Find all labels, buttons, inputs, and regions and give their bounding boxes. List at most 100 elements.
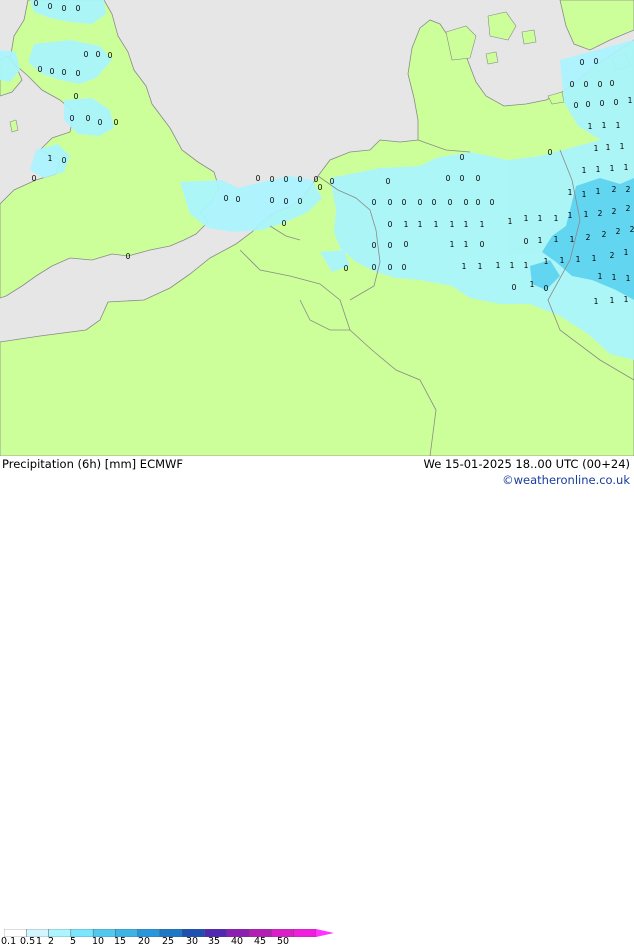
precip-value-label: 1 (626, 274, 631, 283)
precip-value-label: 1 (464, 240, 469, 249)
precip-value-label: 0 (318, 183, 323, 192)
precip-value-label: 1 (594, 297, 599, 306)
legend-tick-label: 45 (254, 936, 267, 947)
precip-value-label: 0 (298, 197, 303, 206)
legend-swatch (48, 929, 72, 937)
precip-value-label: 1 (624, 248, 629, 257)
precip-value-label: 1 (610, 296, 615, 305)
precip-value-label: 1 (570, 235, 575, 244)
precip-value-label: 0 (344, 264, 349, 273)
precip-value-label: 0 (126, 252, 131, 261)
precip-value-label: 2 (630, 225, 634, 234)
legend-swatch (271, 929, 294, 937)
precip-value-label: 1 (612, 273, 617, 282)
precip-value-label: 0 (62, 4, 67, 13)
precip-value-label: 0 (480, 240, 485, 249)
precip-value-label: 1 (538, 236, 543, 245)
precip-value-label: 1 (418, 220, 423, 229)
precip-value-label: 1 (594, 144, 599, 153)
precip-value-label: 0 (48, 2, 53, 11)
precip-value-label: 1 (464, 220, 469, 229)
legend-swatch (115, 929, 138, 937)
precip-value-label: 0 (594, 57, 599, 66)
precip-value-label: 0 (544, 284, 549, 293)
legend-swatch (92, 929, 116, 937)
legend-tick-label: 30 (186, 936, 199, 947)
legend-tick-label: 25 (162, 936, 175, 947)
precip-value-label: 0 (372, 241, 377, 250)
precip-value-label: 1 (560, 256, 565, 265)
precip-value-label: 0 (98, 118, 103, 127)
precip-value-label: 0 (402, 263, 407, 272)
legend-swatch (159, 929, 183, 937)
precip-value-label: 1 (480, 220, 485, 229)
legend-tick-label: 35 (208, 936, 221, 947)
precip-value-label: 0 (62, 156, 67, 165)
precip-value-label: 0 (284, 175, 289, 184)
legend-swatch (182, 929, 205, 937)
precip-value-label: 2 (598, 209, 603, 218)
precip-value-label: 1 (450, 220, 455, 229)
legend-swatch (248, 929, 272, 937)
legend-arrow (316, 929, 334, 937)
precip-value-label: 0 (270, 196, 275, 205)
precip-value-label: 1 (582, 190, 587, 199)
precip-value-label: 0 (84, 50, 89, 59)
precip-value-label: 1 (568, 211, 573, 220)
precip-value-label: 1 (530, 280, 535, 289)
precip-value-label: 0 (372, 198, 377, 207)
precip-value-label: 0 (298, 175, 303, 184)
precip-value-label: 0 (524, 237, 529, 246)
precip-value-label: 0 (614, 98, 619, 107)
precip-value-label: 1 (524, 261, 529, 270)
precip-value-label: 0 (236, 195, 241, 204)
precip-value-label: 0 (418, 198, 423, 207)
precip-value-label: 1 (628, 96, 633, 105)
precip-value-label: 0 (402, 198, 407, 207)
legend-tick-label: 1 (36, 936, 43, 947)
precip-value-label: 0 (476, 174, 481, 183)
precip-value-label: 2 (610, 251, 615, 260)
precip-value-label: 0 (574, 101, 579, 110)
precip-value-label: 1 (588, 122, 593, 131)
precip-value-label: 0 (610, 79, 615, 88)
danish-island (485, 51, 499, 65)
precip-value-label: 1 (616, 121, 621, 130)
precip-value-label: 0 (388, 198, 393, 207)
precip-value-label: 0 (114, 118, 119, 127)
precip-value-label: 1 (582, 166, 587, 175)
precip-value-label: 0 (512, 283, 517, 292)
precip-value-label: 1 (524, 214, 529, 223)
precip-value-label: 2 (612, 185, 617, 194)
precip-value-label: 2 (626, 204, 631, 213)
precip-value-label: 1 (610, 164, 615, 173)
precip-value-label: 0 (490, 198, 495, 207)
precip-value-label: 1 (48, 154, 53, 163)
credit-link[interactable]: ©weatheronline.co.uk (502, 474, 630, 487)
precip-value-label: 0 (372, 263, 377, 272)
precip-value-label: 0 (600, 99, 605, 108)
precip-value-label: 0 (38, 65, 43, 74)
precip-value-label: 0 (34, 0, 39, 8)
precip-value-label: 1 (606, 143, 611, 152)
precip-value-label: 1 (602, 121, 607, 130)
danish-island (521, 29, 537, 45)
precip-value-label: 1 (568, 188, 573, 197)
precip-value-label: 1 (510, 261, 515, 270)
precip-value-label: 0 (270, 175, 275, 184)
precip-value-label: 0 (548, 148, 553, 157)
precip-value-label: 1 (538, 214, 543, 223)
precip-value-label: 0 (86, 114, 91, 123)
precip-value-label: 0 (32, 174, 37, 183)
precip-value-label: 1 (592, 254, 597, 263)
precip-value-label: 1 (478, 262, 483, 271)
map-datetime: We 15-01-2025 18..00 UTC (00+24) (423, 457, 630, 471)
legend-tick-label: 20 (138, 936, 151, 947)
precip-value-label: 1 (598, 272, 603, 281)
precip-value-label: 2 (626, 185, 631, 194)
precip-value-label: 2 (586, 233, 591, 242)
precip-value-label: 0 (50, 67, 55, 76)
precip-value-label: 1 (624, 295, 629, 304)
precip-value-label: 0 (570, 80, 575, 89)
precip-value-label: 0 (282, 219, 287, 228)
